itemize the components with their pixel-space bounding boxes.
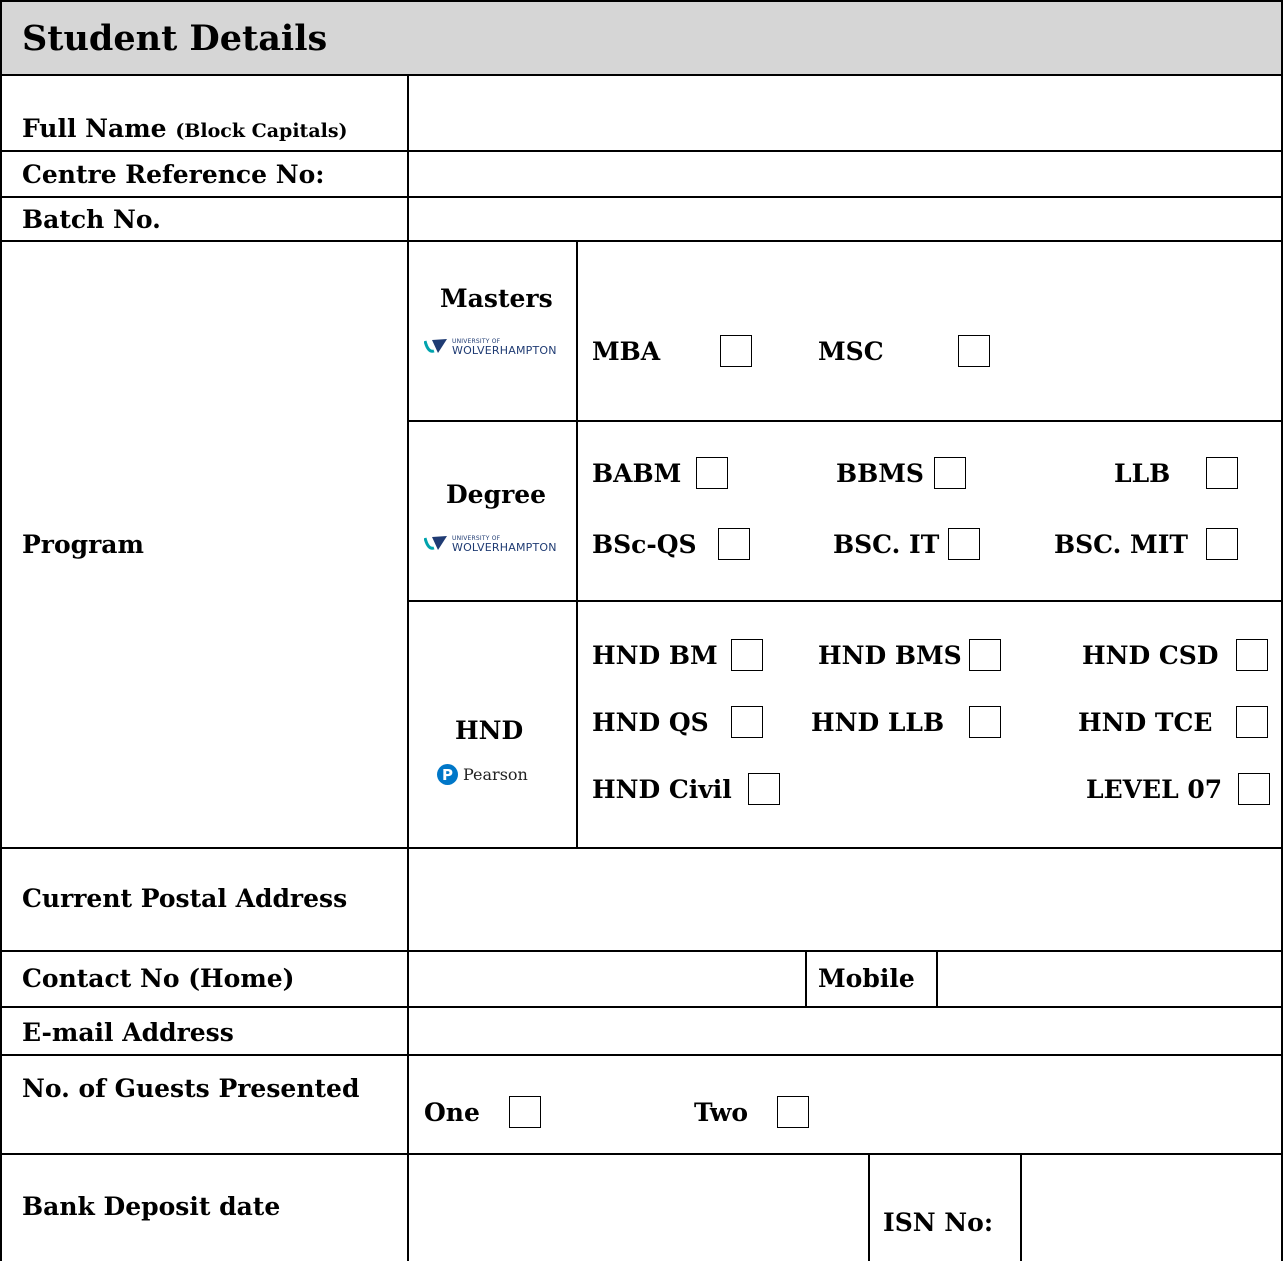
degree-label: Degree [446,480,547,509]
option-mba-checkbox[interactable] [720,335,752,367]
option-bsc-it-checkbox[interactable] [948,528,980,560]
option-hnd-bm-label: HND BM [592,641,718,670]
option-bsc-qs-label: BSc-QS [592,530,697,559]
option-babm-label: BABM [592,459,682,488]
guests-label: No. of Guests Presented [22,1074,360,1103]
batch-no-label: Batch No. [22,205,161,234]
guests-two-checkbox[interactable] [777,1096,809,1128]
option-hnd-qs-label: HND QS [592,708,709,737]
contact-home-label: Contact No (Home) [22,964,295,993]
option-level-07-label: LEVEL 07 [1086,775,1223,804]
row-divider [0,1054,1283,1056]
option-hnd-qs-checkbox[interactable] [731,706,763,738]
option-babm-checkbox[interactable] [696,457,728,489]
option-hnd-bms-label: HND BMS [818,641,962,670]
guests-two-label: Two [694,1098,749,1127]
postal-address-label: Current Postal Address [22,884,348,913]
wolverhampton-logo: UNIVERSITY OF WOLVERHAMPTON [423,535,557,554]
option-hnd-tce-checkbox[interactable] [1236,706,1268,738]
full-name-label: Full Name (Block Capitals) [22,114,348,143]
bank-deposit-label: Bank Deposit date [22,1192,281,1221]
bank-deposit-date-input[interactable] [409,1155,868,1261]
option-hnd-bm-checkbox[interactable] [731,639,763,671]
option-hnd-bms-checkbox[interactable] [969,639,1001,671]
wolverhampton-logo: UNIVERSITY OF WOLVERHAMPTON [423,338,557,357]
wolverhampton-logo-line2: WOLVERHAMPTON [452,343,557,357]
wolverhampton-logo-icon [423,535,448,553]
option-level-07-checkbox[interactable] [1238,773,1270,805]
option-llb-checkbox[interactable] [1206,457,1238,489]
postal-address-input[interactable] [409,849,1281,950]
guests-one-checkbox[interactable] [509,1096,541,1128]
option-msc-checkbox[interactable] [958,335,990,367]
option-hnd-csd-checkbox[interactable] [1236,639,1268,671]
isn-no-label: ISN No: [883,1208,994,1237]
mobile-left-divider [805,950,807,1006]
option-hnd-csd-label: HND CSD [1082,641,1219,670]
option-llb-label: LLB [1114,459,1171,488]
wolverhampton-logo-icon [423,338,448,356]
email-input[interactable] [409,1008,1281,1054]
mobile-label: Mobile [818,964,915,993]
option-hnd-civil-label: HND Civil [592,775,732,804]
option-msc-label: MSC [818,337,884,366]
full-name-input[interactable] [409,78,1281,150]
option-hnd-llb-checkbox[interactable] [969,706,1001,738]
pearson-logo-text: Pearson [463,765,528,784]
section-title: Student Details [0,0,1283,76]
pearson-logo: P Pearson [437,764,528,785]
program-subrow-divider [407,420,1283,422]
wolverhampton-logo-line2: WOLVERHAMPTON [452,540,557,554]
option-bsc-it-label: BSC. IT [833,530,940,559]
mobile-input[interactable] [938,952,1281,1006]
option-hnd-llb-label: HND LLB [811,708,945,737]
option-bbms-checkbox[interactable] [934,457,966,489]
email-label: E-mail Address [22,1018,234,1047]
row-divider [0,240,1283,242]
full-name-note: (Block Capitals) [175,120,348,142]
option-hnd-tce-label: HND TCE [1078,708,1213,737]
option-bsc-mit-label: BSC. MIT [1054,530,1189,559]
centre-reference-input[interactable] [409,152,1281,196]
option-bbms-label: BBMS [836,459,924,488]
contact-home-input[interactable] [409,952,805,1006]
isn-no-input[interactable] [1022,1155,1281,1261]
option-mba-label: MBA [592,337,661,366]
hnd-label: HND [455,716,524,745]
option-hnd-civil-checkbox[interactable] [748,773,780,805]
program-type-divider [576,240,578,848]
option-bsc-qs-checkbox[interactable] [718,528,750,560]
section-title-text: Student Details [22,17,328,59]
isn-left-divider [868,1153,870,1261]
masters-label: Masters [440,284,553,313]
pearson-logo-icon: P [437,764,458,785]
guests-one-label: One [424,1098,480,1127]
program-label: Program [22,530,144,559]
label-column-divider [407,76,409,1261]
frame-left-border [0,76,2,1261]
option-bsc-mit-checkbox[interactable] [1206,528,1238,560]
program-subrow-divider [407,600,1283,602]
centre-reference-label: Centre Reference No: [22,160,325,189]
batch-no-input[interactable] [409,198,1281,240]
